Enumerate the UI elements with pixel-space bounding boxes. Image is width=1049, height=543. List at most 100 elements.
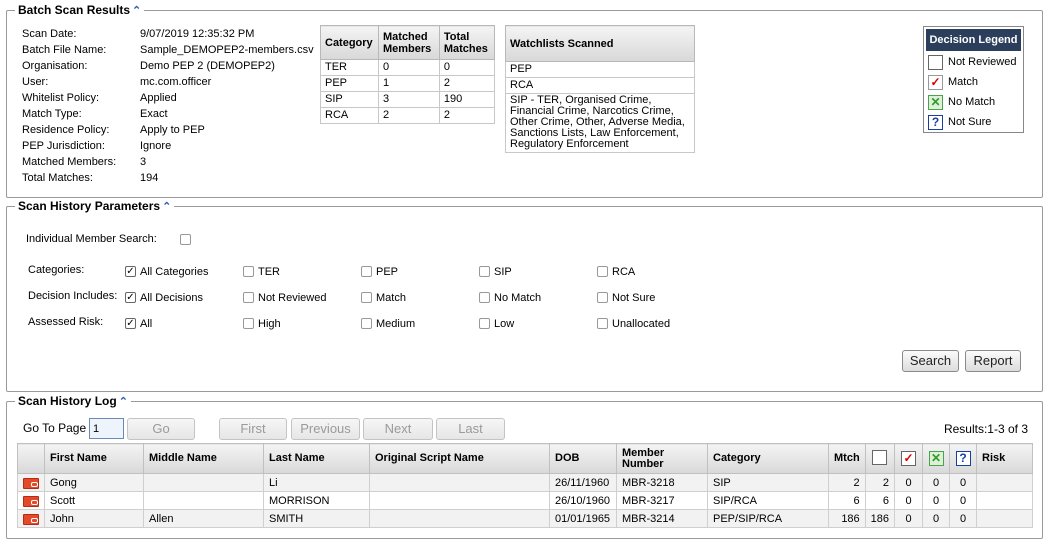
decision-not-reviewed-option[interactable]: Not Reviewed bbox=[243, 291, 326, 304]
report-button[interactable]: Report bbox=[965, 350, 1021, 372]
summary-row: Whitelist Policy: Applied bbox=[22, 92, 177, 104]
page-number-input[interactable] bbox=[89, 418, 124, 439]
header-total-matches: Total Matches bbox=[438, 25, 496, 60]
empty-box-icon bbox=[928, 54, 943, 70]
legend-item-match: ✓ Match bbox=[928, 73, 978, 91]
decision-not-sure-option[interactable]: Not Sure bbox=[597, 291, 655, 304]
results-count: Results:1-3 of 3 bbox=[943, 422, 1028, 436]
checkbox[interactable] bbox=[479, 317, 490, 329]
next-page-button[interactable]: Next bbox=[363, 418, 433, 440]
watchlists-table: Watchlists Scanned PEP RCA SIP - TER, Or… bbox=[505, 25, 695, 153]
checkbox[interactable] bbox=[479, 291, 490, 303]
collapse-chevron-icon[interactable]: ⌃ bbox=[162, 201, 171, 213]
category-ter-option[interactable]: TER bbox=[243, 265, 280, 278]
header-dob[interactable]: DOB bbox=[549, 443, 617, 474]
member-report-icon[interactable] bbox=[23, 477, 39, 489]
table-row[interactable]: Scott MORRISON 26/10/1960 MBR-3217 SIP/R… bbox=[17, 491, 1033, 510]
checkbox[interactable] bbox=[597, 317, 608, 329]
decision-legend: Decision Legend Not Reviewed ✓ Match ✕ No … bbox=[923, 26, 1024, 133]
individual-member-search-checkbox[interactable] bbox=[180, 233, 191, 245]
checkbox[interactable] bbox=[243, 265, 254, 277]
decision-match-option[interactable]: Match bbox=[361, 291, 406, 304]
checkbox-checked-icon[interactable]: ✓ bbox=[125, 291, 136, 303]
checkbox[interactable] bbox=[479, 265, 490, 277]
summary-row: Total Matches: 194 bbox=[22, 172, 159, 184]
member-report-icon[interactable] bbox=[23, 495, 39, 507]
empty-box-icon bbox=[872, 449, 888, 465]
category-pep-option[interactable]: PEP bbox=[361, 265, 398, 278]
scan-history-parameters-title: Scan History Parameters bbox=[18, 199, 161, 213]
checkbox-checked-icon[interactable]: ✓ bbox=[125, 317, 136, 329]
go-button[interactable]: Go bbox=[127, 418, 195, 440]
checkbox[interactable] bbox=[361, 317, 372, 329]
decision-no-match-option[interactable]: No Match bbox=[479, 291, 541, 304]
search-button[interactable]: Search bbox=[902, 350, 959, 372]
category-sip-option[interactable]: SIP bbox=[479, 265, 512, 278]
header-not-reviewed[interactable] bbox=[864, 443, 896, 474]
table-header-row: First Name Middle Name Last Name Origina… bbox=[17, 443, 1033, 474]
go-to-page-label: Go To Page bbox=[23, 421, 87, 435]
collapse-chevron-icon[interactable]: ⌃ bbox=[119, 396, 128, 408]
category-rca-option[interactable]: RCA bbox=[597, 265, 635, 278]
scan-history-parameters-legend[interactable]: Scan History Parameters ⌃ bbox=[15, 199, 174, 213]
risk-high-option[interactable]: High bbox=[243, 317, 281, 330]
table-row: RCA 2 2 bbox=[320, 107, 496, 124]
batch-scan-results-title: Batch Scan Results bbox=[18, 3, 131, 17]
checkbox[interactable] bbox=[243, 291, 254, 303]
checkbox[interactable] bbox=[361, 291, 372, 303]
checkbox[interactable] bbox=[597, 291, 608, 303]
checkbox-checked-icon[interactable]: ✓ bbox=[125, 265, 136, 277]
risk-medium-option[interactable]: Medium bbox=[361, 317, 415, 330]
summary-row: Residence Policy: Apply to PEP bbox=[22, 124, 205, 136]
summary-row: Batch File Name: Sample_DEMOPEP2-members.… bbox=[22, 44, 314, 56]
header-middle-name[interactable]: Middle Name bbox=[143, 443, 264, 474]
header-first-name[interactable]: First Name bbox=[44, 443, 144, 474]
header-match[interactable]: ✓ bbox=[894, 443, 924, 474]
first-page-button[interactable]: First bbox=[219, 418, 287, 440]
risk-unallocated-option[interactable]: Unallocated bbox=[597, 317, 670, 330]
header-icon bbox=[17, 443, 45, 474]
risk-low-option[interactable]: Low bbox=[479, 317, 514, 330]
checkbox[interactable] bbox=[361, 265, 372, 277]
checkmark-icon: ✓ bbox=[928, 74, 943, 90]
table-row: SIP - TER, Organised Crime, Financial Cr… bbox=[505, 93, 695, 153]
table-row[interactable]: Gong Li 26/11/1960 MBR-3218 SIP 2 2 0 0 … bbox=[17, 473, 1033, 492]
category-summary-table: Category Matched Members Total Matches T… bbox=[320, 25, 496, 124]
legend-item-not-reviewed: Not Reviewed bbox=[928, 53, 1016, 71]
category-all-option[interactable]: ✓ All Categories bbox=[125, 265, 208, 278]
summary-row: Organisation: Demo PEP 2 (DEMOPEP2) bbox=[22, 60, 275, 72]
decision-legend-title: Decision Legend bbox=[926, 29, 1021, 51]
cross-icon: ✕ bbox=[928, 451, 944, 466]
header-category: Category bbox=[320, 25, 379, 60]
previous-page-button[interactable]: Previous bbox=[291, 418, 360, 440]
decision-includes-label: Decision Includes: bbox=[28, 290, 118, 302]
checkbox[interactable] bbox=[243, 317, 254, 329]
table-row[interactable]: John Allen SMITH 01/01/1965 MBR-3214 PEP… bbox=[17, 509, 1033, 528]
header-no-match[interactable]: ✕ bbox=[922, 443, 951, 474]
batch-scan-results-legend[interactable]: Batch Scan Results ⌃ bbox=[15, 3, 144, 17]
checkbox[interactable] bbox=[597, 265, 608, 277]
legend-item-no-match: ✕ No Match bbox=[928, 93, 995, 111]
header-category[interactable]: Category bbox=[707, 443, 829, 474]
scan-history-log-legend[interactable]: Scan History Log ⌃ bbox=[15, 394, 131, 408]
header-member-number[interactable]: Member Number bbox=[616, 443, 708, 474]
assessed-risk-label: Assessed Risk: bbox=[28, 316, 104, 328]
decision-all-option[interactable]: ✓ All Decisions bbox=[125, 291, 203, 304]
table-row: PEP 1 2 bbox=[320, 75, 496, 92]
member-report-icon[interactable] bbox=[23, 513, 39, 525]
question-icon: ? bbox=[955, 451, 971, 466]
header-original-script-name[interactable]: Original Script Name bbox=[369, 443, 550, 474]
header-risk[interactable]: Risk bbox=[976, 443, 1033, 474]
scan-history-log-title: Scan History Log bbox=[18, 394, 117, 408]
categories-label: Categories: bbox=[28, 264, 85, 276]
risk-all-option[interactable]: ✓ All bbox=[125, 317, 152, 330]
header-last-name[interactable]: Last Name bbox=[263, 443, 370, 474]
table-row: TER 0 0 bbox=[320, 59, 496, 76]
last-page-button[interactable]: Last bbox=[436, 418, 505, 440]
header-watchlists: Watchlists Scanned bbox=[505, 25, 695, 62]
checkmark-icon: ✓ bbox=[901, 451, 917, 466]
header-not-sure[interactable]: ? bbox=[949, 443, 978, 474]
table-row: PEP bbox=[505, 61, 695, 78]
collapse-chevron-icon[interactable]: ⌃ bbox=[132, 5, 141, 17]
header-mtch[interactable]: Mtch bbox=[828, 443, 866, 474]
